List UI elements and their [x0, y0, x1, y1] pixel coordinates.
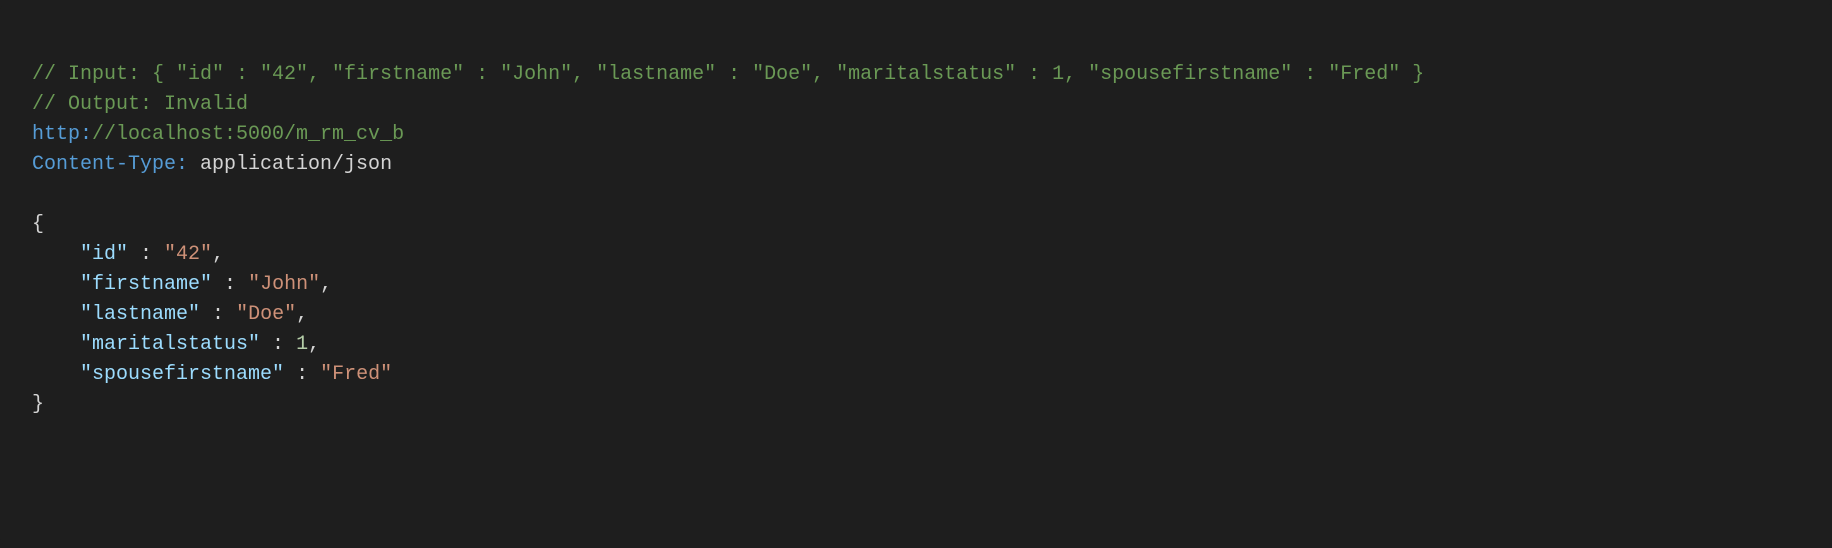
blank-line — [32, 180, 1800, 210]
json-comma: , — [320, 273, 332, 296]
indent — [32, 333, 80, 356]
json-separator: : — [284, 363, 320, 386]
json-comma: , — [212, 243, 224, 266]
json-close-brace-line: } — [32, 390, 1800, 420]
json-separator: : — [200, 303, 236, 326]
json-value: "Fred" — [320, 363, 392, 386]
json-separator: : — [212, 273, 248, 296]
json-key: "id" — [80, 243, 128, 266]
url-scheme: http: — [32, 123, 92, 146]
request-url-line: http://localhost:5000/m_rm_cv_b — [32, 120, 1800, 150]
json-entry-line: "spousefirstname" : "Fred" — [32, 360, 1800, 390]
json-value: "John" — [248, 273, 320, 296]
json-key: "maritalstatus" — [80, 333, 260, 356]
indent — [32, 303, 80, 326]
indent — [32, 273, 80, 296]
json-comma: , — [296, 303, 308, 326]
json-separator: : — [260, 333, 296, 356]
indent — [32, 243, 80, 266]
close-brace: } — [32, 393, 44, 416]
comment-input: // Input: { "id" : "42", "firstname" : "… — [32, 63, 1424, 86]
json-open-brace-line: { — [32, 210, 1800, 240]
header-value: application/json — [188, 153, 392, 176]
json-entry-line: "id" : "42", — [32, 240, 1800, 270]
url-rest: //localhost:5000/m_rm_cv_b — [92, 123, 404, 146]
json-comma: , — [308, 333, 320, 356]
comment-output: // Output: Invalid — [32, 93, 248, 116]
header-name: Content-Type: — [32, 153, 188, 176]
json-value: 1 — [296, 333, 308, 356]
open-brace: { — [32, 213, 44, 236]
comment-input-line: // Input: { "id" : "42", "firstname" : "… — [32, 60, 1800, 90]
json-value: "42" — [164, 243, 212, 266]
request-header-line: Content-Type: application/json — [32, 150, 1800, 180]
json-value: "Doe" — [236, 303, 296, 326]
json-entry-line: "lastname" : "Doe", — [32, 300, 1800, 330]
comment-output-line: // Output: Invalid — [32, 90, 1800, 120]
json-key: "firstname" — [80, 273, 212, 296]
json-key: "spousefirstname" — [80, 363, 284, 386]
json-entry-line: "firstname" : "John", — [32, 270, 1800, 300]
json-separator: : — [128, 243, 164, 266]
indent — [32, 363, 80, 386]
code-block[interactable]: // Input: { "id" : "42", "firstname" : "… — [0, 0, 1832, 548]
json-entry-line: "maritalstatus" : 1, — [32, 330, 1800, 360]
json-key: "lastname" — [80, 303, 200, 326]
json-entries: "id" : "42", "firstname" : "John", "last… — [32, 240, 1800, 390]
